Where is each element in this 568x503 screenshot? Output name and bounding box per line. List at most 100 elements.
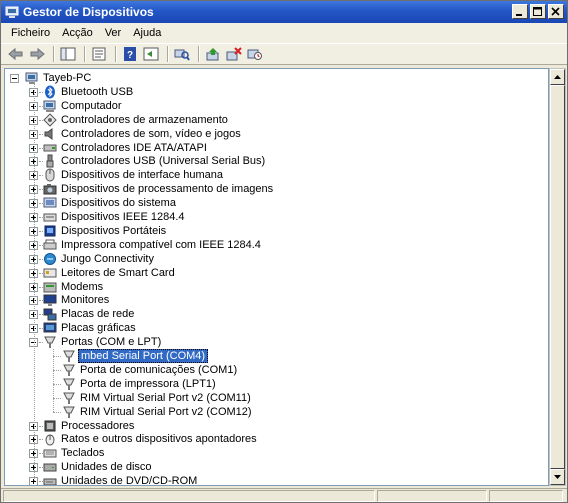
tree-category[interactable]: Jungo Connectivity [5,252,545,266]
vertical-scrollbar[interactable] [549,68,566,486]
menu-ajuda[interactable]: Ajuda [127,27,167,39]
tree-connector [39,189,43,191]
tree-item-label: Controladores de armazenamento [61,113,228,126]
forward-button[interactable] [28,45,46,63]
tree-item-label: Controladores de som, vídeo e jogos [61,127,241,140]
tree-connector [39,439,43,441]
menu-ver[interactable]: Ver [99,27,128,39]
arrow-down-icon [554,475,561,479]
scroll-thumb[interactable] [550,85,565,469]
computer-root-icon [25,71,39,85]
tree-category[interactable]: Leitores de Smart Card [5,266,545,280]
tree-connector [53,356,61,357]
tree-category[interactable]: Unidades de DVD/CD-ROM [5,474,545,485]
tree-connector [39,467,43,469]
uninstall-icon [226,47,242,61]
tree-item-label: Dispositivos Portáteis [61,224,167,237]
tree-connector [34,81,35,482]
tree-connector [39,328,43,330]
tree-device[interactable]: RIM Virtual Serial Port v2 (COM11) [5,391,545,405]
ide-icon [43,141,57,155]
tree-root[interactable]: Tayeb-PC [5,71,545,85]
tree-category[interactable]: Controladores USB (Universal Serial Bus) [5,154,545,168]
disable-button[interactable] [246,45,264,63]
tree-category[interactable]: Computador [5,99,545,113]
view-button[interactable] [142,45,160,63]
tree-connector [53,349,54,412]
tree-category[interactable]: Monitores [5,293,545,307]
tree-connector [39,175,43,177]
tree-category[interactable]: Placas de rede [5,307,545,321]
tree-category[interactable]: Teclados [5,446,545,460]
device-tree[interactable]: Tayeb-PC Bluetooth USB Computador Controlad… [4,68,549,486]
scroll-down-button[interactable] [550,469,565,485]
tree-device[interactable]: Porta de comunicações (COM1) [5,363,545,377]
title-bar[interactable]: Gestor de Dispositivos [1,1,567,23]
back-button[interactable] [7,45,25,63]
display-adapter-icon [43,321,57,335]
toolbar-separator [167,46,169,62]
tree-device[interactable]: Porta de impressora (LPT1) [5,377,545,391]
tree-category[interactable]: Controladores IDE ATA/ATAPI [5,141,545,155]
tree-device[interactable]: mbed Serial Port (COM4) [5,349,545,363]
storage-controller-icon [43,112,57,127]
tree-connector [53,369,61,371]
scroll-up-button[interactable] [550,69,565,85]
tree-item-label: Placas gráficas [61,322,136,335]
properties-button[interactable] [90,45,108,63]
console-tree-button[interactable] [59,45,77,63]
tree-category[interactable]: Placas gráficas [5,321,545,335]
scan-hardware-button[interactable] [173,45,191,63]
tree-connector [39,258,43,260]
tree-connector [39,203,43,205]
tree-category[interactable]: Controladores de armazenamento [5,112,545,127]
svg-text:?: ? [127,50,133,61]
monitor-icon [43,293,57,307]
device-manager-window: Gestor de Dispositivos Ficheiro Acção Ve… [0,0,568,503]
minimize-button[interactable] [512,4,528,19]
tree-category[interactable]: Dispositivos IEEE 1284.4 [5,210,545,224]
tree-category[interactable]: Ratos e outros dispositivos apontadores [5,432,545,446]
tree-category[interactable]: Dispositivos de processamento de imagens [5,182,545,196]
tree-category[interactable]: Modems [5,280,545,294]
tree-item-label: Bluetooth USB [61,85,134,98]
tree-connector [53,397,61,399]
toolbar-separator [53,46,55,62]
update-driver-button[interactable] [204,45,222,63]
help-icon: ? [124,47,136,61]
menu-ficheiro[interactable]: Ficheiro [5,27,56,39]
tree-category[interactable]: Bluetooth USB [5,85,545,99]
menu-accao[interactable]: Acção [56,27,99,39]
tree-item-label: Placas de rede [61,308,135,321]
tree-item-label: Ratos e outros dispositivos apontadores [61,433,257,446]
tree-item-label: Computador [61,99,122,112]
tree-category[interactable]: Portas (COM e LPT) [5,335,545,349]
tree-connector [39,342,43,344]
tree-category[interactable]: Dispositivos Portáteis [5,224,545,238]
tree-category[interactable]: Dispositivos do sistema [5,196,545,210]
maximize-icon [533,7,542,16]
maximize-button[interactable] [530,4,546,19]
tree-item-label: Dispositivos de interface humana [61,169,224,182]
status-pane [489,490,563,502]
view-icon [143,47,159,61]
collapse-icon[interactable] [10,74,19,83]
tree-device[interactable]: RIM Virtual Serial Port v2 (COM12) [5,405,545,419]
uninstall-button[interactable] [225,45,243,63]
tree-category[interactable]: Impressora compatível com IEEE 1284.4 [5,238,545,252]
tree-connector [39,314,43,316]
toolbar-separator [115,46,117,62]
close-button[interactable] [548,4,564,19]
tree-category[interactable]: Processadores [5,419,545,433]
tree-connector [39,230,43,232]
tree-category[interactable]: Unidades de disco [5,460,545,474]
port-icon [62,391,76,405]
tree-item-label: Processadores [61,419,135,432]
sound-icon [43,127,57,141]
tree-category[interactable]: Dispositivos de interface humana [5,168,545,182]
help-button[interactable]: ? [121,45,139,63]
port-icon [62,349,76,363]
tree-item-label: Porta de comunicações (COM1) [80,363,238,376]
tree-category[interactable]: Controladores de som, vídeo e jogos [5,127,545,141]
scan-hardware-icon [174,49,190,61]
